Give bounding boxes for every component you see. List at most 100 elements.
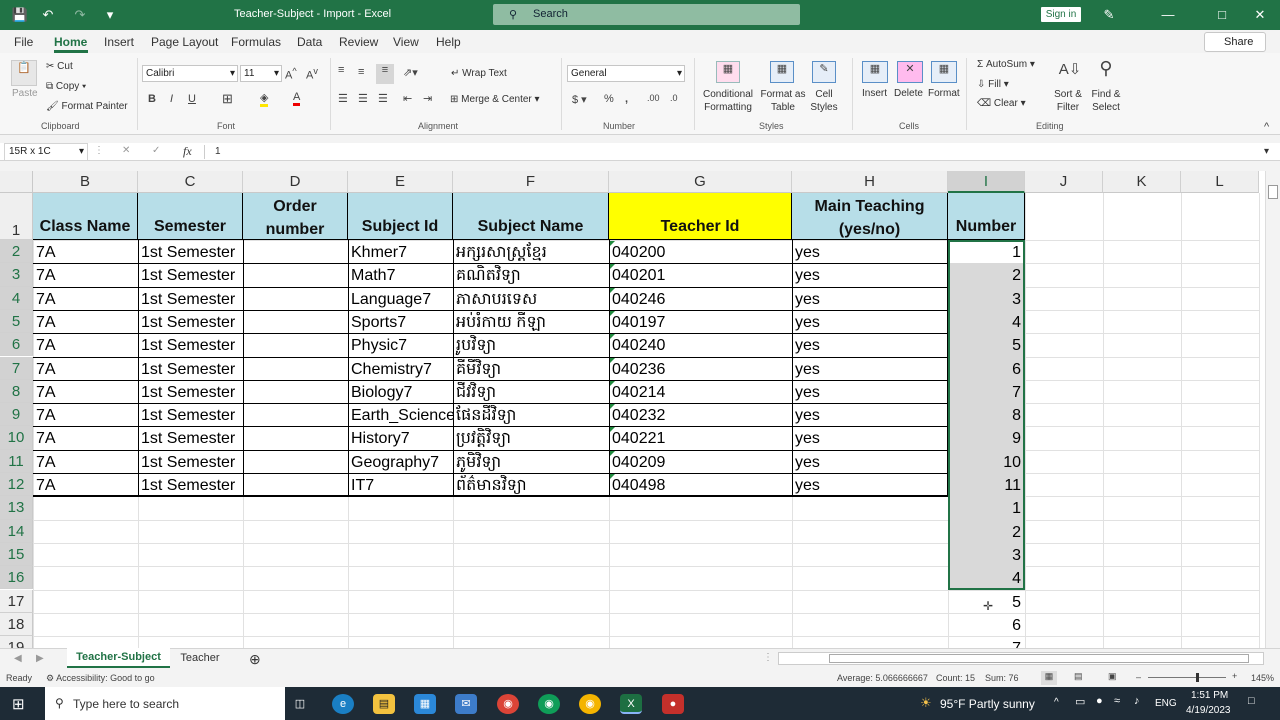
task-view-icon[interactable]: ◫ (289, 694, 311, 714)
find-select-button[interactable]: Find & Select (1088, 88, 1124, 114)
tab-insert[interactable]: Insert (104, 35, 134, 49)
cell-styles-button[interactable]: Cell Styles (806, 88, 842, 114)
font-color-icon[interactable]: A (293, 91, 301, 106)
cell-main[interactable]: yes (792, 335, 948, 356)
notifications-icon[interactable]: □ (1248, 695, 1255, 707)
edge-icon[interactable]: e (332, 694, 354, 714)
delete-cells-label[interactable]: Delete (894, 88, 923, 99)
column-header-i[interactable]: I (948, 171, 1025, 193)
row-header[interactable]: 19 (0, 636, 33, 648)
decrease-decimal-icon[interactable]: .0 (670, 93, 678, 103)
tab-review[interactable]: Review (339, 35, 378, 49)
paste-icon[interactable]: 📋 (11, 60, 37, 86)
cell-subject-id[interactable]: Biology7 (348, 382, 453, 403)
cell-semester[interactable]: 1st Semester (138, 242, 243, 263)
horizontal-scrollbar[interactable] (778, 652, 1264, 665)
cell-class[interactable]: 7A (33, 242, 138, 263)
decrease-indent-icon[interactable]: ⇤ (403, 92, 412, 105)
header-semester[interactable]: Semester (138, 193, 243, 240)
align-bottom-icon[interactable]: ≡ (376, 64, 394, 84)
cell-semester[interactable]: 1st Semester (138, 475, 243, 496)
header-class-name[interactable]: Class Name (33, 193, 138, 240)
cell-class[interactable]: 7A (33, 289, 138, 310)
row-header[interactable]: 11 (0, 449, 33, 473)
cell-semester[interactable]: 1st Semester (138, 428, 243, 449)
cell-subject-id[interactable]: Language7 (348, 289, 453, 310)
worksheet-grid[interactable]: B C D E F G H I J K L 1 2 3 4 5 6 7 8 9 10 11 12 13 1… (0, 171, 1265, 648)
row-header[interactable]: 13 (0, 496, 33, 520)
maximize-button[interactable]: □ (1212, 5, 1232, 25)
cell-subject-id[interactable]: Physic7 (348, 335, 453, 356)
cell-number[interactable]: 2 (948, 265, 1025, 286)
cell-teacher-id[interactable]: 040209 (609, 452, 792, 473)
tab-file[interactable]: File (14, 35, 33, 49)
scroll-left-icon[interactable]: ◀ (14, 653, 22, 664)
cell-main[interactable]: yes (792, 475, 948, 496)
zoom-in-icon[interactable]: + (1232, 671, 1237, 681)
accessibility-status[interactable]: ⚙ Accessibility: Good to go (46, 673, 155, 684)
cell-teacher-id[interactable]: 040214 (609, 382, 792, 403)
horizontal-scroll-thumb[interactable] (829, 654, 1249, 663)
cell-teacher-id[interactable]: 040240 (609, 335, 792, 356)
enter-icon[interactable]: ✓ (152, 145, 160, 156)
increase-decimal-icon[interactable]: .00 (647, 93, 660, 103)
increase-font-icon[interactable]: A^ (285, 66, 297, 82)
align-middle-icon[interactable]: ≡ (358, 66, 364, 78)
cell-semester[interactable]: 1st Semester (138, 452, 243, 473)
header-order-number[interactable]: Order number (243, 193, 348, 240)
cell-class[interactable]: 7A (33, 452, 138, 473)
sheet-tab-teacher[interactable]: Teacher (172, 649, 228, 667)
column-header-e[interactable]: E (348, 171, 453, 193)
row-header[interactable]: 10 (0, 426, 33, 450)
cell-main[interactable]: yes (792, 359, 948, 380)
cell-subject-id[interactable]: Geography7 (348, 452, 453, 473)
cell-class[interactable]: 7A (33, 312, 138, 333)
header-teacher-id[interactable]: Teacher Id (609, 193, 792, 240)
cell-main[interactable]: yes (792, 405, 948, 426)
expand-formula-bar-icon[interactable]: ▾ (1264, 146, 1269, 157)
cell-number[interactable]: 4 (948, 312, 1025, 333)
sheet-tab-teacher-subject[interactable]: Teacher-Subject (67, 648, 170, 668)
column-header-l[interactable]: L (1181, 171, 1259, 193)
cell-class[interactable]: 7A (33, 382, 138, 403)
row-header[interactable]: 12 (0, 473, 33, 497)
wrap-text-button[interactable]: ↵ Wrap Text (451, 68, 507, 79)
row-header[interactable]: 9 (0, 403, 33, 427)
delete-cells-icon[interactable]: ✕ (897, 61, 923, 83)
volume-icon[interactable]: ♪ (1134, 695, 1140, 707)
font-size-select[interactable]: 11 ▾ (240, 65, 282, 82)
cell-class[interactable]: 7A (33, 265, 138, 286)
error-indicator[interactable] (610, 241, 615, 246)
row-header[interactable]: 2 (0, 240, 33, 264)
cell-subject-id[interactable]: Earth_Science (348, 405, 453, 426)
windows-start-icon[interactable]: ⊞ (12, 695, 25, 713)
row-header[interactable]: 17 (0, 589, 33, 613)
cell-semester[interactable]: 1st Semester (138, 359, 243, 380)
cell-teacher-id[interactable]: 040201 (609, 265, 792, 286)
cell-subject-name[interactable]: រូបវិទ្យា (453, 335, 609, 356)
cell-subject-id[interactable]: Khmer7 (348, 242, 453, 263)
tab-view[interactable]: View (393, 35, 419, 49)
display-icon[interactable]: ▭ (1075, 695, 1085, 708)
cell-subject-id[interactable]: Sports7 (348, 312, 453, 333)
cell-subject-name[interactable]: គីមីវិទ្យា (453, 359, 609, 380)
pen-icon[interactable]: ✎ (1099, 5, 1119, 25)
cut-button[interactable]: ✂ Cut (46, 61, 73, 72)
cell-class[interactable]: 7A (33, 359, 138, 380)
row-header[interactable]: 1 (0, 193, 33, 240)
clock-date[interactable]: 4/19/2023 (1186, 705, 1231, 716)
cell-subject-name[interactable]: ភាសាបរទេស (453, 289, 609, 310)
cell-main[interactable]: yes (792, 452, 948, 473)
cell-main[interactable]: yes (792, 382, 948, 403)
column-header-b[interactable]: B (33, 171, 138, 193)
tab-formulas[interactable]: Formulas (231, 35, 281, 49)
error-indicator[interactable] (610, 310, 615, 316)
cell-teacher-id[interactable]: 040221 (609, 428, 792, 449)
insert-cells-label[interactable]: Insert (862, 88, 887, 99)
tray-chevron-icon[interactable]: ^ (1054, 697, 1059, 708)
chrome-icon[interactable]: ◉ (497, 694, 519, 714)
tab-data[interactable]: Data (297, 35, 322, 49)
find-select-icon[interactable]: ⚲ (1093, 58, 1119, 84)
wifi-icon[interactable]: ≈ (1114, 695, 1120, 707)
cell-number[interactable]: 1 (948, 498, 1025, 519)
